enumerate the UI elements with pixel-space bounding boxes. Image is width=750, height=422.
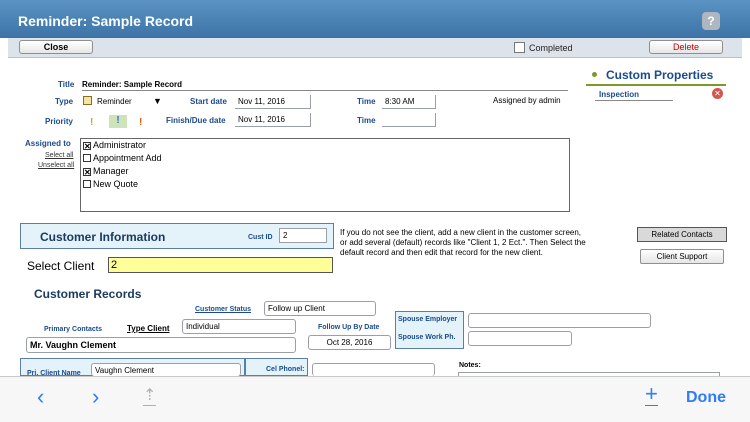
- related-contacts-button[interactable]: Related Contacts: [637, 227, 727, 242]
- assigned-to-label: Assigned to: [25, 139, 71, 148]
- cust-id-label: Cust ID: [248, 234, 273, 241]
- spouse-employer-field[interactable]: [468, 313, 651, 328]
- start-date-field[interactable]: Nov 11, 2016: [235, 95, 311, 109]
- time-label: Time: [357, 97, 376, 106]
- select-client-field[interactable]: 2: [108, 257, 333, 273]
- bullet-icon: [592, 72, 597, 77]
- checkbox[interactable]: [83, 154, 91, 162]
- unselect-all-link[interactable]: Unselect all: [38, 162, 74, 169]
- priority-medium-icon[interactable]: !: [109, 115, 127, 128]
- finish-date-label: Finish/Due date: [166, 116, 226, 125]
- completed-label: Completed: [529, 43, 573, 53]
- list-item[interactable]: ✕ Administrator: [83, 140, 146, 151]
- type-select[interactable]: Reminder: [97, 97, 132, 106]
- note-icon: [83, 96, 92, 105]
- cust-id-field[interactable]: 2: [279, 228, 327, 243]
- add-icon[interactable]: +: [645, 383, 658, 406]
- delete-button[interactable]: Delete: [649, 40, 723, 54]
- priority-high-icon[interactable]: !: [139, 117, 142, 128]
- spouse-employer-label: Spouse Employer: [398, 316, 458, 323]
- select-all-link[interactable]: Select all: [45, 152, 73, 159]
- pri-client-name-field[interactable]: Vaughn Clement: [91, 363, 241, 376]
- inspection-field[interactable]: [595, 100, 673, 101]
- checkbox-checked[interactable]: ✕: [83, 168, 91, 177]
- title-label: Title: [58, 80, 75, 89]
- checkbox-checked[interactable]: ✕: [83, 142, 91, 151]
- inspection-label: Inspection: [599, 90, 640, 99]
- list-item[interactable]: Appointment Add: [83, 153, 162, 163]
- forward-icon[interactable]: ›: [92, 384, 99, 410]
- info-text: If you do not see the client, add a new …: [340, 228, 586, 257]
- primary-contacts-label: Primary Contacts: [44, 326, 102, 333]
- time2-label: Time: [357, 116, 376, 125]
- custom-properties-title: Custom Properties: [606, 68, 714, 82]
- cel-phone-label: Cel Phonel:: [266, 366, 305, 373]
- finish-date-field[interactable]: Nov 11, 2016: [235, 113, 311, 127]
- time-field[interactable]: 8:30 AM: [382, 95, 436, 109]
- start-date-label: Start date: [190, 97, 227, 106]
- done-button[interactable]: Done: [686, 389, 726, 407]
- spouse-work-field[interactable]: [468, 331, 572, 346]
- window-title: Reminder: Sample Record: [18, 13, 194, 29]
- cel-phone-field[interactable]: [312, 363, 435, 376]
- select-client-label: Select Client: [27, 259, 95, 273]
- follow-up-label: Follow Up By Date: [318, 324, 380, 331]
- back-icon[interactable]: ‹: [37, 384, 44, 410]
- remove-icon[interactable]: ✕: [712, 88, 723, 99]
- customer-status-field[interactable]: Follow up Client: [264, 301, 376, 316]
- time2-field[interactable]: [382, 113, 436, 127]
- customer-info-title: Customer Information: [40, 230, 166, 244]
- priority-low-icon[interactable]: !: [90, 117, 93, 128]
- type-client-field[interactable]: Individual: [182, 319, 296, 334]
- custom-properties-divider: [586, 84, 726, 86]
- customer-records-title: Customer Records: [34, 287, 142, 301]
- share-icon[interactable]: ⇡: [143, 387, 157, 406]
- follow-up-field[interactable]: Oct 28, 2016: [308, 335, 391, 350]
- toolbar: [8, 38, 742, 58]
- customer-status-label: Customer Status: [195, 306, 252, 313]
- assigned-by-text: Assigned by admin: [493, 96, 561, 105]
- completed-checkbox[interactable]: [514, 42, 525, 53]
- type-label: Type: [55, 97, 74, 106]
- chevron-down-icon[interactable]: ▼: [153, 96, 162, 106]
- primary-contact-field[interactable]: Mr. Vaughn Clement: [26, 337, 296, 353]
- notes-label: Notes:: [459, 362, 481, 369]
- type-client-label: Type Client: [127, 324, 170, 333]
- client-support-button[interactable]: Client Support: [640, 249, 724, 264]
- title-field[interactable]: Reminder: Sample Record: [82, 80, 568, 91]
- priority-label: Priority: [45, 117, 74, 126]
- assigned-list: ✕ Administrator Appointment Add ✕ Manager …: [80, 138, 570, 212]
- list-item[interactable]: New Quote: [83, 179, 138, 189]
- list-item[interactable]: ✕ Manager: [83, 166, 129, 177]
- bottom-toolbar: [0, 376, 750, 422]
- checkbox[interactable]: [83, 180, 91, 188]
- help-icon[interactable]: ?: [702, 12, 720, 30]
- close-button[interactable]: Close: [19, 40, 93, 54]
- spouse-work-label: Spouse Work Ph.: [398, 334, 456, 341]
